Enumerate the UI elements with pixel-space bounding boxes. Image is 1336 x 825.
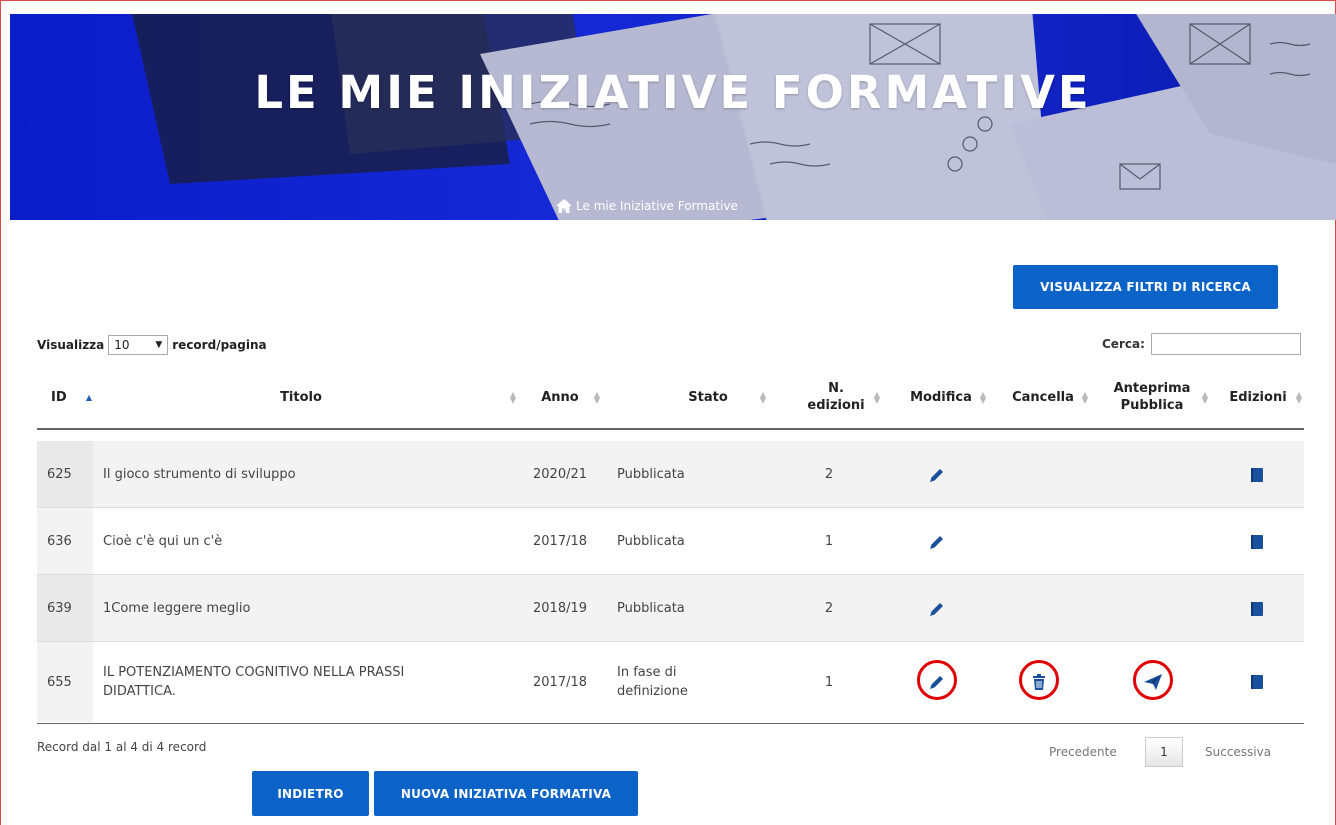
pagination-previous[interactable]: Precedente xyxy=(1049,745,1145,759)
pagination: Precedente 1 Successiva xyxy=(1049,737,1271,767)
sort-icon: ▲ ▼ xyxy=(979,390,987,405)
delete-highlight-circle xyxy=(1019,660,1059,700)
edit-button[interactable] xyxy=(917,508,957,575)
sort-icon: ▲ ▼ xyxy=(759,390,767,405)
records-per-page-select[interactable]: 10 ▼ xyxy=(108,335,169,355)
initiatives-table: ID ▲ Titolo ▲ ▼ Anno ▲ ▼ Stato ▲ ▼ N. edizi… xyxy=(37,368,1304,722)
book-icon xyxy=(1251,534,1263,549)
pencil-icon xyxy=(930,535,943,549)
breadcrumb-current: Le mie Iniziative Formative xyxy=(576,199,738,213)
table-info: Record dal 1 al 4 di 4 record xyxy=(37,740,207,754)
table-bottom-border xyxy=(37,723,1304,724)
cell-titolo: IL POTENZIAMENTO COGNITIVO NELLA PRASSI … xyxy=(103,664,405,700)
records-per-page-control: Visualizza 10 ▼ record/pagina xyxy=(37,335,267,355)
back-button[interactable]: INDIETRO xyxy=(252,771,369,816)
edit-button[interactable] xyxy=(917,441,957,508)
cell-stato: Pubblicata xyxy=(617,467,685,482)
sort-icon: ▲ ▼ xyxy=(1295,390,1303,405)
table-header: ID ▲ Titolo ▲ ▼ Anno ▲ ▼ Stato ▲ ▼ N. edizi… xyxy=(37,368,1304,430)
pencil-icon xyxy=(930,602,943,616)
hero-banner: LE MIE INIZIATIVE FORMATIVE / Le mie Ini… xyxy=(10,14,1336,220)
pagination-page-1[interactable]: 1 xyxy=(1145,737,1183,767)
table-search: Cerca: xyxy=(1102,333,1301,355)
search-input[interactable] xyxy=(1150,333,1301,355)
cell-anno: 2017/18 xyxy=(533,674,588,690)
book-icon xyxy=(1251,601,1263,616)
table-row: 625 Il gioco strumento di sviluppo 2020/… xyxy=(37,441,1304,508)
breadcrumb-separator: / xyxy=(564,199,569,213)
page-title: LE MIE INIZIATIVE FORMATIVE xyxy=(254,66,1092,119)
cell-titolo: Il gioco strumento di sviluppo xyxy=(103,467,296,482)
cell-stato: In fase di definizione xyxy=(617,664,688,700)
book-icon xyxy=(1251,467,1263,482)
editions-button[interactable] xyxy=(1237,441,1277,508)
editions-button[interactable] xyxy=(1237,575,1277,642)
cell-titolo: Cioè c'è qui un c'è xyxy=(103,534,223,549)
column-header-edizioni[interactable]: Edizioni ▲ ▼ xyxy=(1221,368,1303,428)
sort-icon: ▲ ▼ xyxy=(509,390,517,405)
sort-asc-icon: ▲ xyxy=(85,393,93,402)
table-row: 655 IL POTENZIAMENTO COGNITIVO NELLA PRA… xyxy=(37,642,1304,722)
search-label: Cerca: xyxy=(1102,337,1145,351)
cell-id: 655 xyxy=(37,642,93,722)
cell-titolo: 1Come leggere meglio xyxy=(103,601,251,616)
column-header-titolo[interactable]: Titolo ▲ ▼ xyxy=(93,368,517,428)
table-row: 636 Cioè c'è qui un c'è 2017/18 Pubblica… xyxy=(37,508,1304,575)
column-header-anteprima[interactable]: Anteprima Pubblica ▲ ▼ xyxy=(1103,368,1209,428)
sort-icon: ▲ ▼ xyxy=(1201,390,1209,405)
cell-n-edizioni: 2 xyxy=(824,467,834,482)
length-prefix-label: Visualizza xyxy=(37,338,105,352)
column-header-anno[interactable]: Anno ▲ ▼ xyxy=(527,368,601,428)
edit-button[interactable] xyxy=(917,575,957,642)
book-icon xyxy=(1251,675,1263,689)
chevron-down-icon: ▼ xyxy=(155,340,163,350)
new-initiative-button[interactable]: NUOVA INIZIATIVA FORMATIVA xyxy=(374,771,638,816)
sort-icon: ▲ ▼ xyxy=(593,390,601,405)
cell-n-edizioni: 1 xyxy=(824,534,834,549)
table-row: 639 1Come leggere meglio 2018/19 Pubblic… xyxy=(37,575,1304,642)
cell-anno: 2017/18 xyxy=(533,534,588,549)
cell-n-edizioni: 2 xyxy=(824,601,834,616)
pencil-icon xyxy=(930,468,943,482)
column-header-n-edizioni[interactable]: N. edizioni ▲ ▼ xyxy=(799,368,881,428)
cell-id: 636 xyxy=(37,508,93,575)
cell-anno: 2018/19 xyxy=(533,601,588,616)
column-header-cancella[interactable]: Cancella ▲ ▼ xyxy=(1005,368,1089,428)
column-header-modifica[interactable]: Modifica ▲ ▼ xyxy=(903,368,987,428)
sort-icon: ▲ ▼ xyxy=(873,390,881,405)
show-search-filters-button[interactable]: VISUALIZZA FILTRI DI RICERCA xyxy=(1013,265,1278,309)
column-header-stato[interactable]: Stato ▲ ▼ xyxy=(607,368,767,428)
cell-id: 625 xyxy=(37,441,93,508)
edit-highlight-circle xyxy=(917,660,957,700)
cell-stato: Pubblicata xyxy=(617,601,685,616)
breadcrumb: / Le mie Iniziative Formative xyxy=(556,199,738,213)
pagination-next[interactable]: Successiva xyxy=(1205,745,1271,759)
preview-highlight-circle xyxy=(1133,660,1173,700)
column-header-id[interactable]: ID ▲ xyxy=(37,368,93,428)
records-per-page-value: 10 xyxy=(114,338,130,352)
editions-button[interactable] xyxy=(1237,642,1277,722)
cell-id: 639 xyxy=(37,575,93,642)
cell-anno: 2020/21 xyxy=(533,467,588,482)
editions-button[interactable] xyxy=(1237,508,1277,575)
sort-icon: ▲ ▼ xyxy=(1081,390,1089,405)
cell-n-edizioni: 1 xyxy=(824,674,834,690)
length-suffix-label: record/pagina xyxy=(172,338,267,352)
cell-stato: Pubblicata xyxy=(617,534,685,549)
